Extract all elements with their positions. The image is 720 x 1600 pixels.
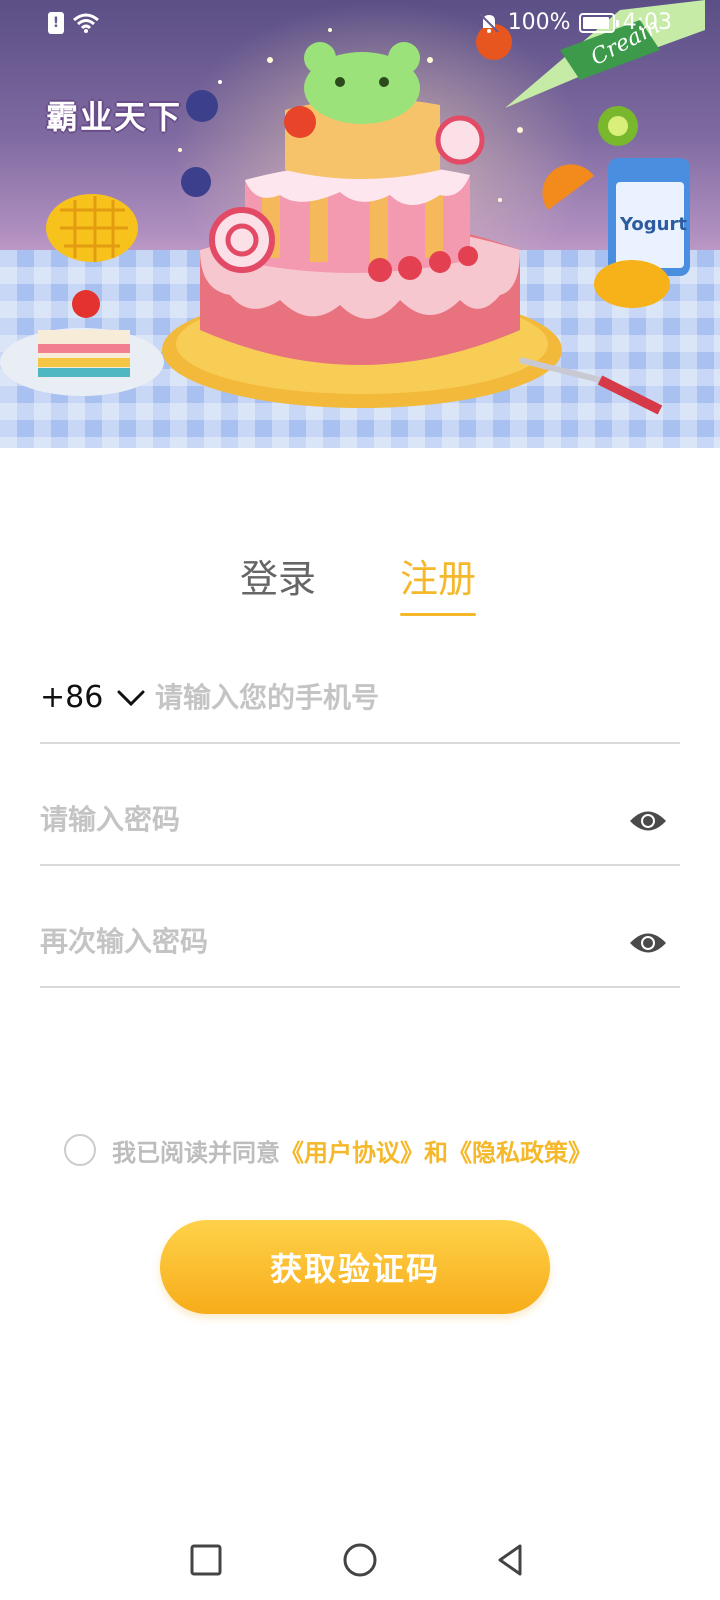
status-bar: ! 100% 4:03: [0, 0, 720, 50]
yogurt-label: Yogurt: [619, 214, 687, 235]
recent-apps-icon[interactable]: [184, 1538, 228, 1582]
app-title: 霸业天下: [46, 98, 183, 136]
auth-tabs: 登录 注册: [0, 552, 720, 622]
home-icon[interactable]: [338, 1538, 382, 1582]
battery-percentage: 100%: [507, 10, 571, 35]
tab-register[interactable]: 注册: [400, 552, 477, 616]
status-left: !: [48, 12, 100, 34]
sim-alert-icon: !: [48, 12, 64, 34]
lollipop-left: [209, 207, 275, 273]
phone-field-row: +86: [40, 660, 680, 744]
privacy-policy-link[interactable]: 《隐私政策》: [448, 1133, 592, 1168]
tab-login[interactable]: 登录: [240, 552, 316, 612]
password-input[interactable]: [40, 796, 600, 842]
mute-icon: [478, 12, 499, 33]
lollipop-right: [435, 115, 485, 165]
tab-register-label: 注册: [400, 557, 477, 601]
back-icon[interactable]: [490, 1538, 534, 1582]
eye-icon[interactable]: [628, 806, 668, 836]
agreement-prefix: 我已阅读并同意: [112, 1138, 280, 1167]
confirm-password-field-row: [40, 904, 680, 988]
agreement-radio[interactable]: [64, 1134, 96, 1166]
mango-right: [594, 260, 670, 308]
password-field-row: [40, 782, 680, 866]
blueberry: [186, 90, 218, 122]
user-agreement-link[interactable]: 《用户协议》: [280, 1133, 424, 1168]
country-code-value: +86: [40, 680, 104, 715]
agreement-row: 我已阅读并同意 《用户协议》 和 《隐私政策》: [64, 1130, 684, 1170]
active-tab-indicator: [400, 613, 477, 616]
agreement-and: 和: [424, 1138, 448, 1167]
phone-input[interactable]: [155, 674, 655, 720]
system-navigation-bar: [0, 1520, 720, 1600]
eye-icon[interactable]: [628, 928, 668, 958]
get-verification-code-button[interactable]: 获取验证码: [160, 1220, 550, 1314]
clock-time: 4:03: [622, 10, 672, 35]
banner-illustration: Cream Yogurt ! 100% 4:03 霸业天下: [0, 0, 720, 448]
chevron-down-icon: [117, 690, 145, 706]
battery-icon: [578, 12, 619, 33]
cake-artwork: Cream Yogurt: [0, 0, 705, 415]
battery-fill: [582, 16, 609, 29]
confirm-password-input[interactable]: [40, 918, 600, 964]
orange-slice: [542, 164, 594, 210]
register-screen: Cream Yogurt ! 100% 4:03 霸业天下 登录 注册 +86 …: [0, 0, 720, 1600]
country-code-selector[interactable]: +86: [40, 680, 145, 715]
status-right: 100% 4:03: [478, 10, 672, 35]
wifi-icon: [73, 13, 99, 33]
